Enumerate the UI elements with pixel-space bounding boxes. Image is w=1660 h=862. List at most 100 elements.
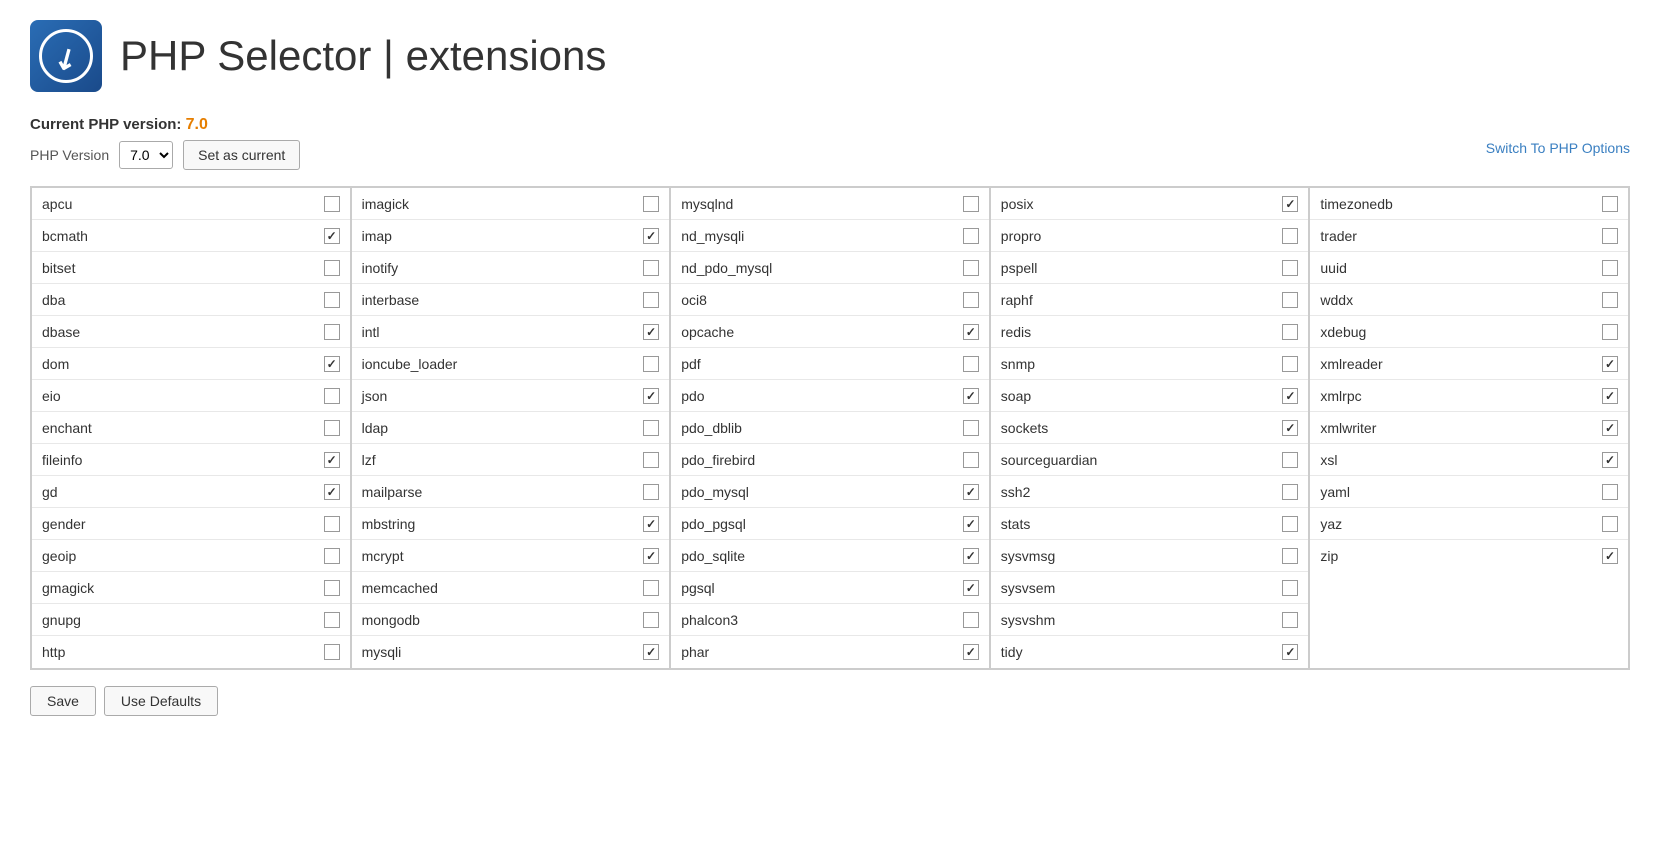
extension-checkbox[interactable] — [1282, 516, 1298, 532]
table-row: enchant — [32, 412, 350, 444]
extension-checkbox[interactable] — [1282, 356, 1298, 372]
extension-checkbox[interactable] — [324, 260, 340, 276]
extension-checkbox[interactable] — [643, 292, 659, 308]
extension-name: wddx — [1320, 292, 1353, 308]
extension-checkbox[interactable] — [963, 388, 979, 404]
extension-checkbox[interactable] — [963, 580, 979, 596]
extension-checkbox[interactable] — [963, 420, 979, 436]
extension-checkbox[interactable] — [1282, 580, 1298, 596]
set-current-button[interactable]: Set as current — [183, 140, 300, 170]
extension-checkbox[interactable] — [1282, 420, 1298, 436]
extension-checkbox[interactable] — [963, 516, 979, 532]
extension-checkbox[interactable] — [324, 228, 340, 244]
version-section: Current PHP version: 7.0 PHP Version 7.0… — [30, 116, 1630, 170]
extension-checkbox[interactable] — [963, 228, 979, 244]
extension-checkbox[interactable] — [963, 612, 979, 628]
use-defaults-button[interactable]: Use Defaults — [104, 686, 218, 716]
extension-checkbox[interactable] — [324, 644, 340, 660]
extension-checkbox[interactable] — [643, 580, 659, 596]
extension-checkbox[interactable] — [324, 484, 340, 500]
extension-checkbox[interactable] — [1602, 196, 1618, 212]
extension-name: fileinfo — [42, 452, 82, 468]
extension-checkbox[interactable] — [963, 484, 979, 500]
extension-checkbox[interactable] — [1282, 324, 1298, 340]
extension-checkbox[interactable] — [324, 580, 340, 596]
extension-checkbox[interactable] — [1602, 452, 1618, 468]
extension-checkbox[interactable] — [1282, 644, 1298, 660]
extension-checkbox[interactable] — [643, 644, 659, 660]
version-selector-row: PHP Version 7.0 5.4 5.5 5.6 7.1 7.2 Set … — [30, 140, 300, 170]
extension-checkbox[interactable] — [643, 612, 659, 628]
extension-checkbox[interactable] — [1602, 516, 1618, 532]
extension-checkbox[interactable] — [643, 420, 659, 436]
extension-name: tidy — [1001, 644, 1023, 660]
table-row: yaz — [1310, 508, 1628, 540]
extension-checkbox[interactable] — [643, 516, 659, 532]
extension-checkbox[interactable] — [324, 292, 340, 308]
extension-checkbox[interactable] — [643, 388, 659, 404]
table-row: oci8 — [671, 284, 989, 316]
extension-checkbox[interactable] — [1602, 356, 1618, 372]
extension-checkbox[interactable] — [643, 228, 659, 244]
extension-checkbox[interactable] — [1282, 484, 1298, 500]
extension-checkbox[interactable] — [1282, 548, 1298, 564]
table-row: http — [32, 636, 350, 668]
extension-checkbox[interactable] — [643, 196, 659, 212]
table-row: nd_mysqli — [671, 220, 989, 252]
extension-checkbox[interactable] — [963, 260, 979, 276]
extension-checkbox[interactable] — [324, 452, 340, 468]
extension-checkbox[interactable] — [963, 292, 979, 308]
extension-checkbox[interactable] — [1282, 612, 1298, 628]
extension-checkbox[interactable] — [643, 324, 659, 340]
extension-checkbox[interactable] — [1282, 260, 1298, 276]
extension-checkbox[interactable] — [324, 356, 340, 372]
extension-checkbox[interactable] — [1602, 324, 1618, 340]
extension-checkbox[interactable] — [963, 548, 979, 564]
table-row: opcache — [671, 316, 989, 348]
extension-checkbox[interactable] — [1602, 484, 1618, 500]
extension-checkbox[interactable] — [1282, 388, 1298, 404]
table-row: pdo_sqlite — [671, 540, 989, 572]
extension-checkbox[interactable] — [324, 388, 340, 404]
extension-checkbox[interactable] — [324, 420, 340, 436]
extension-checkbox[interactable] — [1602, 260, 1618, 276]
extension-checkbox[interactable] — [1282, 292, 1298, 308]
extension-checkbox[interactable] — [1602, 228, 1618, 244]
php-version-select[interactable]: 7.0 5.4 5.5 5.6 7.1 7.2 — [119, 141, 173, 169]
extension-checkbox[interactable] — [963, 452, 979, 468]
extension-checkbox[interactable] — [643, 356, 659, 372]
extension-checkbox[interactable] — [963, 644, 979, 660]
extension-checkbox[interactable] — [643, 452, 659, 468]
extension-name: gmagick — [42, 580, 94, 596]
extension-checkbox[interactable] — [643, 260, 659, 276]
extension-checkbox[interactable] — [1602, 292, 1618, 308]
extension-checkbox[interactable] — [1282, 452, 1298, 468]
save-button[interactable]: Save — [30, 686, 96, 716]
extension-name: pdo_mysql — [681, 484, 749, 500]
extension-checkbox[interactable] — [324, 324, 340, 340]
extension-checkbox[interactable] — [963, 356, 979, 372]
extension-checkbox[interactable] — [324, 548, 340, 564]
extension-checkbox[interactable] — [1282, 196, 1298, 212]
extension-checkbox[interactable] — [1602, 548, 1618, 564]
table-row: ldap — [352, 412, 670, 444]
extension-checkbox[interactable] — [1282, 228, 1298, 244]
extension-checkbox[interactable] — [1602, 420, 1618, 436]
extension-checkbox[interactable] — [324, 196, 340, 212]
extension-checkbox[interactable] — [643, 484, 659, 500]
switch-to-php-options-link[interactable]: Switch To PHP Options — [1486, 140, 1630, 156]
table-row: bcmath — [32, 220, 350, 252]
table-row: apcu — [32, 188, 350, 220]
extension-checkbox[interactable] — [963, 196, 979, 212]
ext-column-1: imagickimapinotifyinterbaseintlioncube_l… — [352, 188, 672, 670]
extension-name: dbase — [42, 324, 80, 340]
extension-checkbox[interactable] — [963, 324, 979, 340]
extension-name: redis — [1001, 324, 1031, 340]
extension-checkbox[interactable] — [324, 516, 340, 532]
extension-checkbox[interactable] — [324, 612, 340, 628]
extension-name: dom — [42, 356, 69, 372]
extension-name: opcache — [681, 324, 734, 340]
table-row: memcached — [352, 572, 670, 604]
extension-checkbox[interactable] — [643, 548, 659, 564]
extension-checkbox[interactable] — [1602, 388, 1618, 404]
